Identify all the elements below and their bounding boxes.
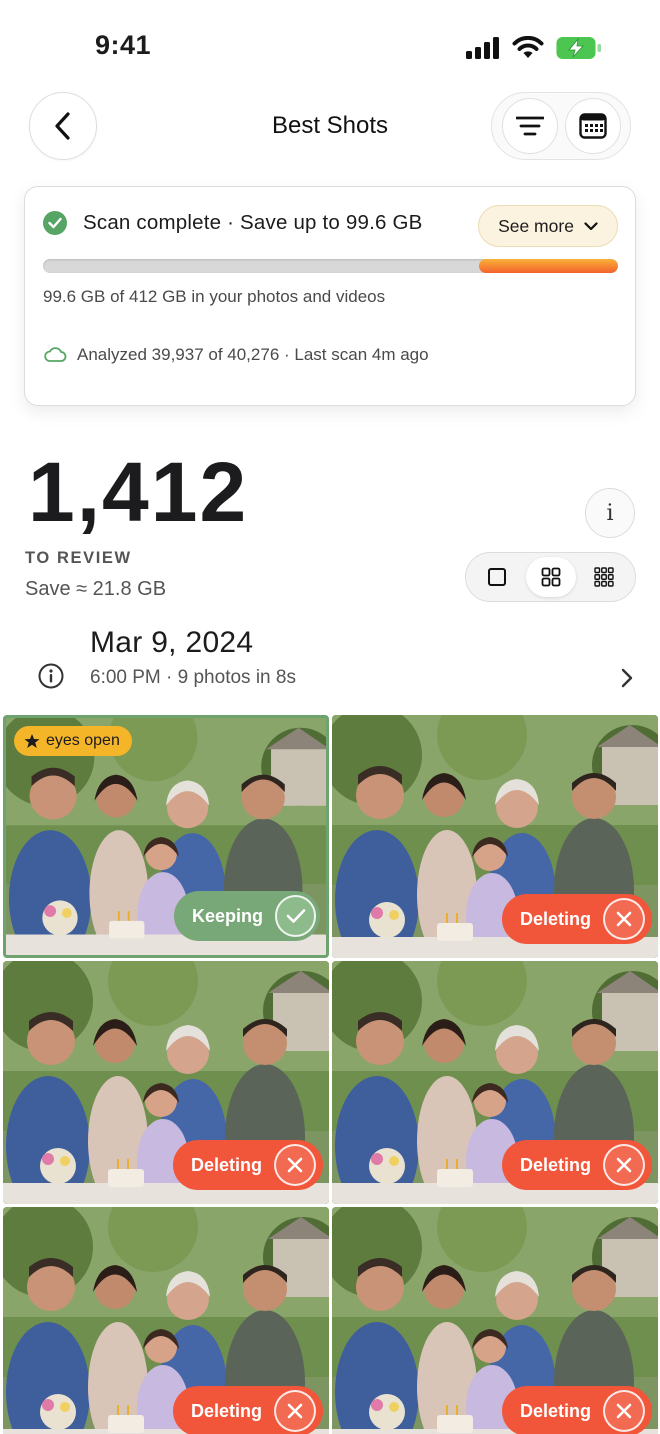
wifi-icon	[512, 36, 544, 58]
filter-lines-icon	[515, 116, 544, 136]
review-count: 1,412	[28, 445, 249, 539]
close-icon	[616, 911, 632, 927]
status-label: Deleting	[520, 1400, 592, 1421]
see-more-button[interactable]: See more	[478, 205, 618, 247]
photo-tile[interactable]: eyes open Keeping	[3, 715, 329, 958]
status-bar: 9:41	[0, 0, 660, 96]
status-label: Keeping	[192, 905, 264, 926]
deleting-toggle[interactable]: Deleting	[173, 1386, 323, 1434]
filter-button[interactable]	[501, 98, 558, 154]
grid-size-switch	[465, 552, 636, 602]
photo-tile[interactable]: Deleting	[332, 961, 658, 1204]
view-grid-2-button[interactable]	[525, 557, 576, 597]
tag-label: eyes open	[46, 732, 120, 749]
close-icon	[616, 1403, 632, 1419]
review-label: TO REVIEW	[25, 549, 132, 567]
cellular-signal-icon	[466, 37, 499, 59]
deleting-toggle[interactable]: Deleting	[173, 1140, 323, 1190]
status-icon-circle	[274, 1144, 317, 1186]
status-label: Deleting	[191, 1154, 263, 1175]
status-icons	[466, 36, 602, 60]
battery-charging-icon	[556, 37, 601, 59]
storage-progress-bar	[43, 259, 618, 273]
calendar-button[interactable]	[564, 98, 621, 154]
group-info-icon[interactable]	[38, 663, 64, 689]
chevron-right-icon[interactable]	[620, 667, 634, 689]
photo-tile[interactable]: Deleting	[332, 715, 658, 958]
single-square-icon	[488, 568, 506, 586]
grid-3x3-icon	[594, 567, 614, 587]
status-icon-circle	[603, 1144, 646, 1186]
nav-actions	[491, 92, 631, 160]
grid-2x2-icon	[541, 567, 560, 587]
info-button[interactable]: i	[585, 488, 635, 538]
scan-summary-card: Scan complete · Save up to 99.6 GB See m…	[24, 186, 636, 406]
status-label: Deleting	[520, 908, 592, 929]
chevron-down-icon	[584, 221, 598, 230]
close-icon	[616, 1157, 632, 1173]
check-circle-icon	[43, 211, 67, 235]
calendar-icon	[578, 113, 607, 139]
star-icon	[24, 734, 40, 748]
eyes-open-tag: eyes open	[14, 726, 132, 756]
keeping-toggle[interactable]: Keeping	[174, 891, 320, 941]
storage-usage-text: 99.6 GB of 412 GB in your photos and vid…	[43, 287, 386, 306]
status-time: 9:41	[95, 30, 152, 60]
nav-bar: Best Shots	[0, 92, 660, 164]
group-meta: 6:00 PM · 9 photos in 8s	[90, 667, 296, 688]
photo-tile[interactable]: Deleting	[3, 961, 329, 1204]
see-more-label: See more	[498, 215, 574, 236]
view-single-button[interactable]	[472, 557, 522, 597]
status-icon-circle	[603, 1390, 646, 1432]
deleting-toggle[interactable]: Deleting	[502, 894, 652, 944]
status-label: Deleting	[191, 1400, 263, 1421]
photo-tile[interactable]: Deleting	[332, 1207, 658, 1434]
review-save-estimate: Save ≈ 21.8 GB	[25, 578, 167, 600]
deleting-toggle[interactable]: Deleting	[502, 1140, 652, 1190]
deleting-toggle[interactable]: Deleting	[502, 1386, 652, 1434]
status-icon-circle	[603, 898, 646, 940]
photo-grid: eyes open Keeping Deleting Deleting Dele…	[3, 715, 658, 1434]
checkmark-icon	[286, 909, 305, 923]
cloud-icon	[44, 347, 67, 362]
close-icon	[287, 1157, 303, 1173]
status-icon-circle	[275, 895, 316, 937]
scan-title: Scan complete · Save up to 99.6 GB	[83, 211, 423, 234]
scan-header: Scan complete · Save up to 99.6 GB	[43, 211, 423, 235]
group-date: Mar 9, 2024	[90, 626, 254, 659]
storage-progress-fill	[478, 259, 618, 273]
status-icon-circle	[274, 1390, 317, 1432]
info-icon: i	[606, 500, 614, 526]
close-icon	[287, 1403, 303, 1419]
status-label: Deleting	[520, 1154, 592, 1175]
view-grid-3-button[interactable]	[579, 557, 629, 597]
analyzed-text: Analyzed 39,937 of 40,276 · Last scan 4m…	[77, 345, 429, 364]
analyzed-row: Analyzed 39,937 of 40,276 · Last scan 4m…	[43, 345, 429, 365]
photo-tile[interactable]: Deleting	[3, 1207, 329, 1434]
